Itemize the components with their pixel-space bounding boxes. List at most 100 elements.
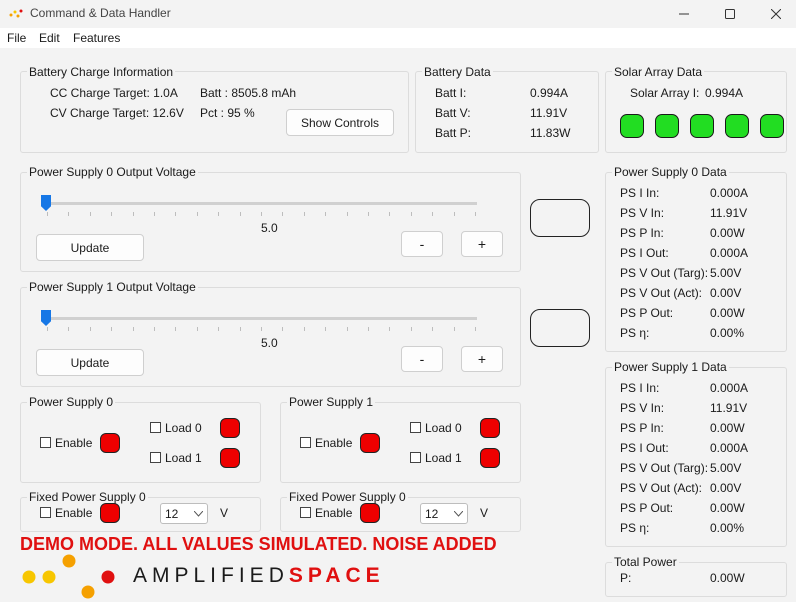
ps1-data-row-value: 0.00% bbox=[710, 521, 745, 535]
brand-space: SPACE bbox=[288, 564, 385, 587]
slider-tick bbox=[303, 212, 305, 216]
ps1-data-row-value: 0.00W bbox=[710, 421, 745, 435]
ps0-data-row-value: 5.00V bbox=[710, 266, 742, 280]
ps0-increment-button[interactable]: + bbox=[461, 231, 503, 257]
show-controls-button[interactable]: Show Controls bbox=[286, 109, 394, 136]
maximize-button[interactable] bbox=[707, 0, 753, 28]
ps0-decrement-button[interactable]: - bbox=[401, 231, 443, 257]
ps0-data-row-value: 0.000A bbox=[710, 186, 749, 200]
slider-tick bbox=[132, 212, 134, 216]
slider-tick bbox=[111, 327, 113, 331]
solar-indicator-3 bbox=[690, 114, 714, 138]
menu-edit[interactable]: Edit bbox=[39, 31, 60, 45]
ps1-data-title: Power Supply 1 Data bbox=[612, 360, 729, 374]
fixed-ps-right-selected-value: 12 bbox=[425, 507, 439, 521]
slider-tick bbox=[154, 212, 155, 216]
slider-tick bbox=[475, 327, 476, 331]
chevron-down-icon bbox=[194, 511, 203, 517]
slider-tick bbox=[410, 327, 412, 331]
slider-tick bbox=[196, 212, 198, 216]
slider-tick bbox=[368, 212, 369, 216]
slider-tick bbox=[47, 327, 48, 331]
ps0-load0-checkbox[interactable] bbox=[150, 422, 161, 433]
fixed-ps-right-enable-checkbox[interactable] bbox=[300, 507, 311, 518]
slider-tick bbox=[303, 327, 305, 331]
ps0-load1-label: Load 1 bbox=[165, 451, 202, 465]
batt-percent: Pct : 95 % bbox=[200, 106, 255, 120]
fixed-ps-right-indicator bbox=[360, 503, 380, 523]
menu-features[interactable]: Features bbox=[73, 31, 120, 45]
slider-tick bbox=[89, 327, 91, 331]
slider-tick bbox=[47, 212, 48, 216]
ps1-data-row-value: 11.91V bbox=[710, 401, 748, 415]
ps1-increment-button[interactable]: + bbox=[461, 346, 503, 372]
fixed-ps-left-enable-checkbox[interactable] bbox=[40, 507, 51, 518]
fixed-ps-right-voltage-select[interactable]: 12 bbox=[420, 503, 468, 524]
ps1-update-button[interactable]: Update bbox=[36, 349, 144, 376]
ps1-decrement-button[interactable]: - bbox=[401, 346, 443, 372]
ps0-data-row-label: PS P Out: bbox=[620, 306, 674, 320]
ps0-data-row-value: 0.000A bbox=[710, 246, 749, 260]
slider-tick bbox=[325, 212, 327, 216]
ps0-voltage-slider-track[interactable] bbox=[42, 202, 477, 205]
total-power-label: P: bbox=[620, 571, 632, 585]
slider-tick bbox=[432, 327, 434, 331]
brand-amplified: AMPLIFIED bbox=[133, 564, 289, 587]
ps1-data-row-label: PS η: bbox=[620, 521, 650, 535]
total-power-value: 0.00W bbox=[710, 571, 745, 585]
ps0-voltage-display bbox=[530, 199, 590, 237]
slider-tick bbox=[453, 327, 455, 331]
ps1-load0-checkbox[interactable] bbox=[410, 422, 421, 433]
ps1-enable-checkbox[interactable] bbox=[300, 437, 311, 448]
close-button[interactable] bbox=[753, 0, 796, 28]
ps0-enable-checkbox[interactable] bbox=[40, 437, 51, 448]
slider-tick bbox=[261, 212, 262, 216]
fixed-ps-right-unit: V bbox=[480, 506, 489, 520]
ps1-enable-label: Enable bbox=[315, 436, 353, 450]
ps0-load1-checkbox[interactable] bbox=[150, 452, 161, 463]
minimize-button[interactable] bbox=[661, 0, 707, 28]
slider-tick bbox=[218, 327, 220, 331]
fixed-ps-left-selected-value: 12 bbox=[165, 507, 179, 521]
ps1-data-row-value: 0.00W bbox=[710, 501, 745, 515]
ps0-title: Power Supply 0 bbox=[27, 395, 116, 409]
ps0-enable-indicator bbox=[100, 433, 120, 453]
fixed-ps-left-voltage-select[interactable]: 12 bbox=[160, 503, 208, 524]
slider-tick bbox=[410, 212, 412, 216]
ps0-data-title: Power Supply 0 Data bbox=[612, 165, 729, 179]
slider-tick bbox=[432, 212, 434, 216]
ps0-data-row-label: PS V Out (Act): bbox=[620, 286, 703, 300]
ps1-title: Power Supply 1 bbox=[287, 395, 376, 409]
solar-indicator-5 bbox=[760, 114, 784, 138]
ps1-voltage-display bbox=[530, 309, 590, 347]
slider-tick bbox=[175, 327, 177, 331]
minimize-icon bbox=[679, 13, 689, 15]
menu-file[interactable]: File bbox=[7, 31, 26, 45]
window-title: Command & Data Handler bbox=[30, 6, 171, 20]
ps1-load1-checkbox[interactable] bbox=[410, 452, 421, 463]
total-power-title: Total Power bbox=[612, 555, 679, 569]
slider-tick bbox=[453, 212, 455, 216]
batt-capacity: Batt : 8505.8 mAh bbox=[200, 86, 297, 100]
slider-tick bbox=[154, 327, 155, 331]
solar-indicator-2 bbox=[655, 114, 679, 138]
ps1-data-row-label: PS I Out: bbox=[620, 441, 669, 455]
ps0-update-button[interactable]: Update bbox=[36, 234, 144, 261]
fixed-ps-left-enable-label: Enable bbox=[55, 506, 93, 520]
batt-i-label: Batt I: bbox=[435, 86, 467, 100]
ps1-data-row-value: 0.000A bbox=[710, 381, 749, 395]
ps1-voltage-slider-track[interactable] bbox=[42, 317, 477, 320]
chevron-down-icon bbox=[454, 511, 463, 517]
fixed-ps-right-title: Fixed Power Supply 0 bbox=[287, 490, 408, 504]
slider-tick bbox=[132, 327, 134, 331]
ps0-data-row-value: 11.91V bbox=[710, 206, 748, 220]
ps0-data-row-value: 0.00V bbox=[710, 286, 742, 300]
slider-tick bbox=[111, 212, 113, 216]
cv-charge-target: CV Charge Target: 12.6V bbox=[50, 106, 184, 120]
slider-tick bbox=[346, 327, 348, 331]
cc-charge-target: CC Charge Target: 1.0A bbox=[50, 86, 178, 100]
ps0-data-row-label: PS I In: bbox=[620, 186, 660, 200]
ps0-load1-indicator bbox=[220, 448, 240, 468]
ps0-data-row-label: PS η: bbox=[620, 326, 650, 340]
solar-indicator-4 bbox=[725, 114, 749, 138]
